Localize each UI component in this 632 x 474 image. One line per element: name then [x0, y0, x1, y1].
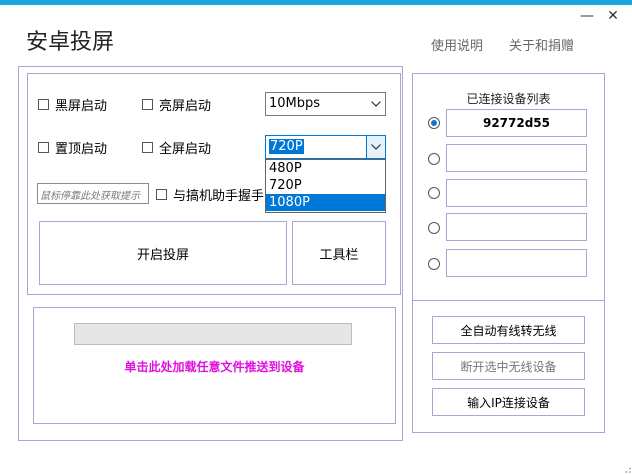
hint-field[interactable]: 鼠标停靠此处获取提示	[37, 183, 149, 204]
resolution-option-480p[interactable]: 480P	[266, 160, 385, 177]
resolution-dropdown: 480P 720P 1080P	[265, 159, 386, 213]
app-title: 安卓投屏	[26, 30, 115, 55]
minimize-button[interactable]: —	[577, 6, 597, 26]
resolution-value: 720P	[269, 139, 304, 154]
checkbox-box	[156, 189, 167, 200]
toolbar-button[interactable]: 工具栏	[292, 221, 386, 285]
device-slot-1[interactable]: 92772d55	[446, 109, 587, 137]
resize-grip-icon[interactable]	[622, 464, 632, 474]
bright-screen-label: 亮屏启动	[159, 99, 212, 114]
title-accent-bar	[0, 0, 632, 5]
fullscreen-label: 全屏启动	[159, 142, 212, 157]
resolution-select[interactable]: 720P	[265, 135, 386, 159]
help-link[interactable]: 使用说明	[431, 35, 483, 54]
device-radio-5[interactable]	[428, 258, 440, 270]
device-radio-4[interactable]	[428, 222, 440, 234]
chevron-down-icon	[366, 136, 385, 158]
black-screen-checkbox[interactable]: 黑屏启动	[38, 95, 107, 114]
bright-screen-checkbox[interactable]: 亮屏启动	[142, 95, 211, 114]
push-progress-bar	[74, 323, 352, 345]
resolution-option-720p[interactable]: 720P	[266, 177, 385, 194]
device-slot-4[interactable]	[446, 213, 587, 241]
device-slot-5[interactable]	[446, 249, 587, 277]
bitrate-value: 10Mbps	[269, 96, 321, 111]
checkbox-box	[38, 142, 49, 153]
bitrate-select[interactable]: 10Mbps	[265, 92, 386, 116]
disconnect-wireless-button[interactable]: 断开选中无线设备	[432, 352, 585, 380]
checkbox-box	[38, 99, 49, 110]
ip-connect-button[interactable]: 输入IP连接设备	[432, 388, 585, 416]
on-top-checkbox[interactable]: 置顶启动	[38, 138, 107, 157]
device-radio-2[interactable]	[428, 153, 440, 165]
auto-wireless-button[interactable]: 全自动有线转无线	[432, 316, 585, 344]
device-slot-2[interactable]	[446, 144, 587, 172]
push-file-label[interactable]: 单击此处加载任意文件推送到设备	[33, 358, 396, 375]
black-screen-label: 黑屏启动	[55, 99, 108, 114]
device-radio-3[interactable]	[428, 187, 440, 199]
device-radio-1[interactable]	[428, 117, 440, 129]
resolution-option-1080p[interactable]: 1080P	[266, 194, 385, 211]
fullscreen-checkbox[interactable]: 全屏启动	[142, 138, 211, 157]
device-list-title: 已连接设备列表	[466, 92, 551, 106]
checkbox-box	[142, 99, 153, 110]
handshake-checkbox[interactable]: 与搞机助手握手	[156, 185, 264, 204]
device-slot-3[interactable]	[446, 179, 587, 207]
on-top-label: 置顶启动	[55, 142, 108, 157]
device-panel-divider	[412, 300, 605, 301]
chevron-down-icon	[367, 93, 385, 115]
start-mirror-button[interactable]: 开启投屏	[39, 221, 287, 285]
about-donate-link[interactable]: 关于和捐赠	[509, 35, 574, 54]
close-button[interactable]: ✕	[603, 6, 623, 26]
handshake-label: 与搞机助手握手	[173, 189, 265, 204]
checkbox-box	[142, 142, 153, 153]
